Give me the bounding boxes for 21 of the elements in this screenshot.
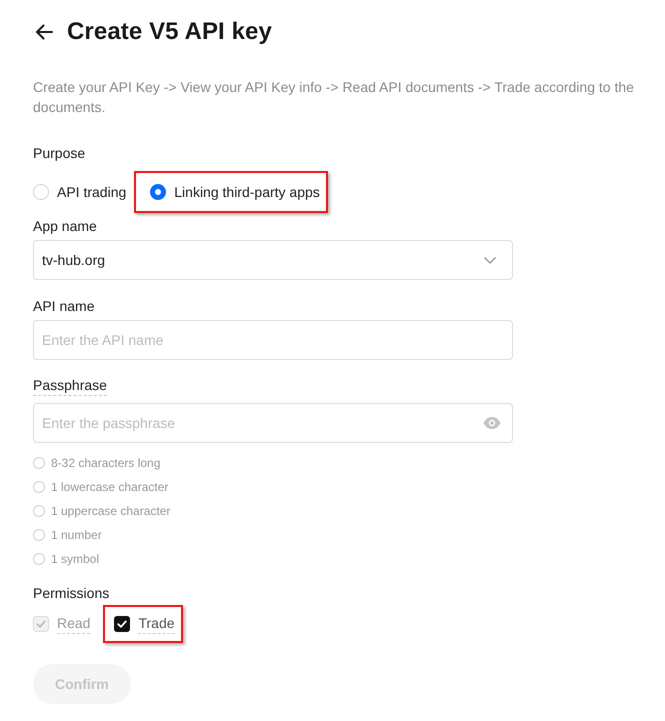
app-select[interactable]: tv-hub.org (33, 240, 513, 280)
page-title: Create V5 API key (67, 17, 272, 47)
requirement-text: 1 lowercase character (51, 479, 168, 495)
passphrase-field[interactable]: Enter the passphrase (33, 403, 513, 443)
field-label: Permissions (33, 584, 110, 603)
field-label: Purpose (33, 144, 86, 163)
description-text: Create your API Key -> View your API Key info -> Read API documents -> Trade according to the documents. (33, 78, 635, 117)
requirement-text: 1 uppercase character (51, 503, 170, 519)
field-label: API name (33, 297, 94, 316)
requirement-text: 8-32 characters long (51, 455, 160, 471)
field-label: App name (33, 217, 97, 236)
api-name-field[interactable]: Enter the API name (33, 320, 513, 360)
chevron-down-icon (484, 256, 496, 264)
back-arrow-icon (35, 24, 53, 40)
checkbox-option[interactable]: Trade (114, 614, 175, 634)
field-label: Passphrase (33, 376, 107, 396)
requirement-text: 1 symbol (51, 551, 100, 567)
radio-option[interactable]: API trading (33, 182, 126, 202)
back-button[interactable] (35, 24, 53, 40)
requirement-text: 1 number (51, 527, 102, 543)
radio-option[interactable]: Linking third-party apps (150, 182, 320, 202)
